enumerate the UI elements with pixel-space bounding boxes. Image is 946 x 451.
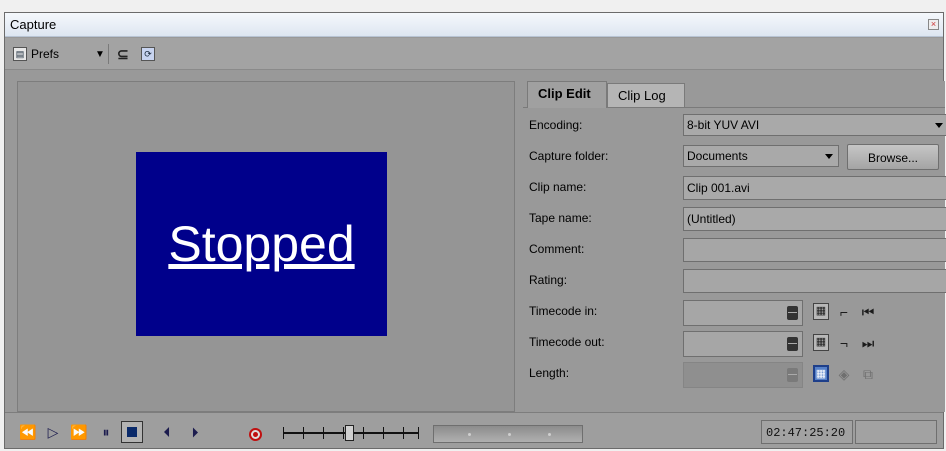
calculator-active-icon[interactable]: ▦ — [813, 365, 829, 382]
shuttle-dot — [508, 433, 511, 436]
timecode-in-label: Timecode in: — [529, 304, 598, 318]
slider-tick — [303, 427, 304, 439]
tape-name-row: Tape name: (Untitled) — [529, 205, 946, 231]
timecode-in-row: Timecode in: ▦ ⌐ ⏮ — [529, 298, 941, 326]
capture-folder-label: Capture folder: — [529, 149, 609, 163]
tape-name-label: Tape name: — [529, 211, 592, 225]
comment-field[interactable] — [683, 238, 946, 262]
calculator-icon[interactable]: ▦ — [813, 334, 829, 351]
timecode-in-field[interactable] — [683, 300, 803, 326]
prefs-label: Prefs — [31, 47, 60, 61]
slider-tick — [383, 427, 384, 439]
rating-field[interactable] — [683, 269, 946, 293]
record-button[interactable] — [249, 428, 262, 441]
stopped-status-text: Stopped — [168, 216, 355, 272]
prefs-icon: ▤ — [13, 47, 27, 61]
capture-folder-value: Documents — [687, 149, 748, 163]
batch-capture-icon[interactable]: ⧉ — [859, 365, 877, 383]
encoding-value: 8-bit YUV AVI — [687, 118, 760, 132]
refresh-icon: ⟳ — [141, 47, 155, 61]
capture-time-icon[interactable]: ⊆ — [117, 45, 129, 63]
rating-label: Rating: — [529, 273, 568, 287]
mark-out-icon[interactable]: ¬ — [835, 334, 853, 352]
rating-row: Rating: — [529, 267, 946, 293]
slider-tick — [323, 427, 324, 439]
close-icon[interactable]: × — [928, 19, 939, 30]
stop-button[interactable] — [121, 421, 143, 443]
length-spinner — [787, 368, 798, 382]
fast-forward-icon[interactable]: ⏩ — [67, 422, 91, 442]
refresh-button[interactable]: ⟳ — [141, 45, 159, 63]
tab-clip-edit[interactable]: Clip Edit — [527, 81, 607, 108]
slider-tick — [418, 427, 419, 439]
tag-icon[interactable]: ◈ — [835, 365, 853, 383]
timecode-out-field[interactable] — [683, 331, 803, 357]
go-to-in-icon[interactable]: ⏮ — [859, 303, 877, 321]
slider-tick — [403, 427, 404, 439]
prefs-button[interactable]: ▤ Prefs — [13, 45, 59, 63]
transport-bar: ⏪ ▷ ⏩ ⏸ ⏴ ⏵ 02:47:25:20 — [5, 412, 943, 448]
tape-name-field[interactable]: (Untitled) — [683, 207, 946, 231]
stopped-status-box: Stopped — [136, 152, 387, 336]
slider-tick — [343, 427, 344, 439]
encoding-label: Encoding: — [529, 118, 583, 132]
timecode-in-spinner[interactable] — [787, 306, 798, 320]
timecode-out-row: Timecode out: ▦ ¬ ⏭ — [529, 329, 941, 357]
capture-folder-row: Capture folder: Documents Browse... — [529, 143, 941, 170]
timecode-display: 02:47:25:20 — [761, 420, 853, 444]
chevron-down-icon — [935, 123, 943, 128]
rewind-icon[interactable]: ⏪ — [17, 422, 39, 442]
comment-row: Comment: — [529, 236, 946, 262]
jog-slider[interactable] — [283, 424, 419, 442]
timecode-out-label: Timecode out: — [529, 335, 605, 349]
length-label: Length: — [529, 366, 570, 380]
length-field — [683, 362, 803, 388]
clip-name-field[interactable]: Clip 001.avi — [683, 176, 946, 200]
title-bar: Capture × — [5, 13, 943, 37]
slider-tick — [363, 427, 364, 439]
toolbar-separator — [108, 44, 109, 64]
slider-tick — [283, 427, 284, 439]
go-to-out-icon[interactable]: ⏭ — [859, 334, 877, 352]
slider-thumb[interactable] — [345, 425, 354, 441]
step-back-icon[interactable]: ⏴ — [155, 422, 179, 442]
mark-in-icon[interactable]: ⌐ — [835, 303, 853, 321]
shuttle-control[interactable] — [433, 425, 583, 443]
clip-name-row: Clip name: Clip 001.avi — [529, 174, 946, 200]
calculator-icon[interactable]: ▦ — [813, 303, 829, 320]
clip-edit-content: Encoding: 8-bit YUV AVI Capture folder: … — [523, 107, 946, 412]
timecode-secondary-display — [855, 420, 937, 444]
toolbar: ▤ Prefs ▼ ⊆ ⟳ — [5, 38, 943, 70]
window-title: Capture — [10, 17, 57, 32]
browse-button[interactable]: Browse... — [847, 144, 939, 170]
encoding-select[interactable]: 8-bit YUV AVI — [683, 114, 946, 136]
tab-clip-log[interactable]: Clip Log — [607, 83, 685, 107]
prefs-dropdown-arrow-icon[interactable]: ▼ — [95, 45, 105, 63]
clip-name-label: Clip name: — [529, 180, 587, 194]
chevron-down-icon — [825, 154, 833, 159]
timecode-out-spinner[interactable] — [787, 337, 798, 351]
comment-label: Comment: — [529, 242, 585, 256]
length-row: Length: ▦ ◈ ⧉ — [529, 360, 941, 388]
play-icon[interactable]: ▷ — [43, 422, 63, 442]
shuttle-dot — [548, 433, 551, 436]
capture-window: Capture × ▤ Prefs ▼ ⊆ ⟳ Stopped Clip Edi… — [4, 12, 946, 449]
encoding-row: Encoding: 8-bit YUV AVI — [529, 112, 946, 138]
pause-icon[interactable]: ⏸ — [95, 422, 117, 442]
video-preview: Stopped — [17, 81, 515, 412]
shuttle-dot — [468, 433, 471, 436]
capture-folder-select[interactable]: Documents — [683, 145, 839, 167]
step-forward-icon[interactable]: ⏵ — [183, 422, 207, 442]
clip-panel: Clip Edit Clip Log Encoding: 8-bit YUV A… — [519, 81, 946, 412]
